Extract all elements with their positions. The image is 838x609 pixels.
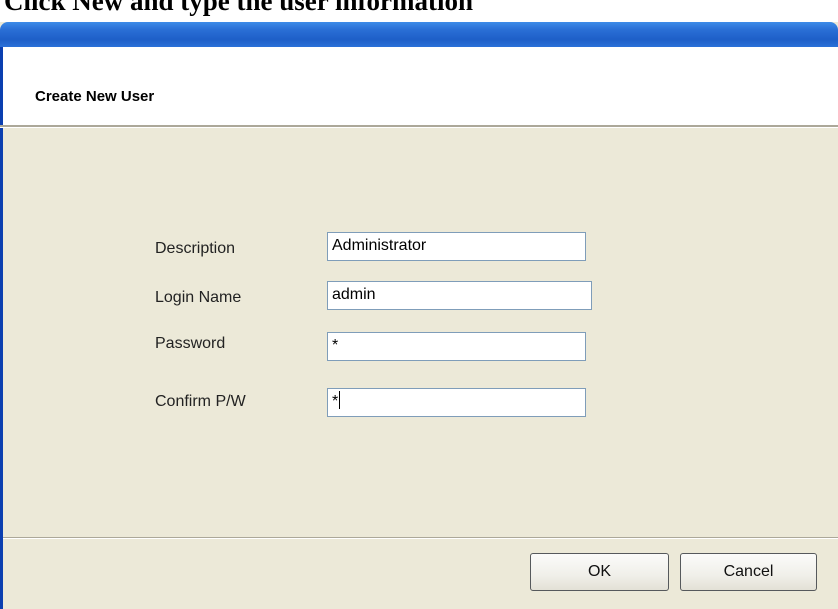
dialog-header: Create New User (0, 47, 838, 125)
ok-button[interactable]: OK (530, 553, 669, 591)
description-label: Description (155, 240, 236, 257)
confirm-password-input[interactable]: * (327, 388, 586, 417)
login-name-input[interactable]: admin (327, 281, 592, 310)
password-value: * (332, 337, 339, 354)
cancel-button[interactable]: Cancel (680, 553, 817, 591)
window-titlebar[interactable] (0, 22, 838, 47)
description-value: Administrator (332, 237, 427, 254)
password-label: Password (155, 335, 226, 352)
dialog-title: Create New User (35, 88, 155, 105)
login-name-value: admin (332, 286, 376, 303)
confirm-password-value: * (332, 393, 339, 410)
tutorial-caption: Click New and type the user information (4, 0, 473, 16)
password-input[interactable]: * (327, 332, 586, 361)
window-left-border (0, 47, 3, 609)
page: Click New and type the user information … (0, 0, 838, 609)
confirm-password-label: Confirm P/W (155, 393, 246, 410)
create-user-dialog: Create New User Description Administrato… (0, 22, 838, 609)
header-divider (0, 125, 838, 128)
text-caret (339, 391, 341, 409)
description-input[interactable]: Administrator (327, 232, 586, 261)
footer-divider (3, 537, 838, 539)
login-name-label: Login Name (155, 289, 242, 306)
